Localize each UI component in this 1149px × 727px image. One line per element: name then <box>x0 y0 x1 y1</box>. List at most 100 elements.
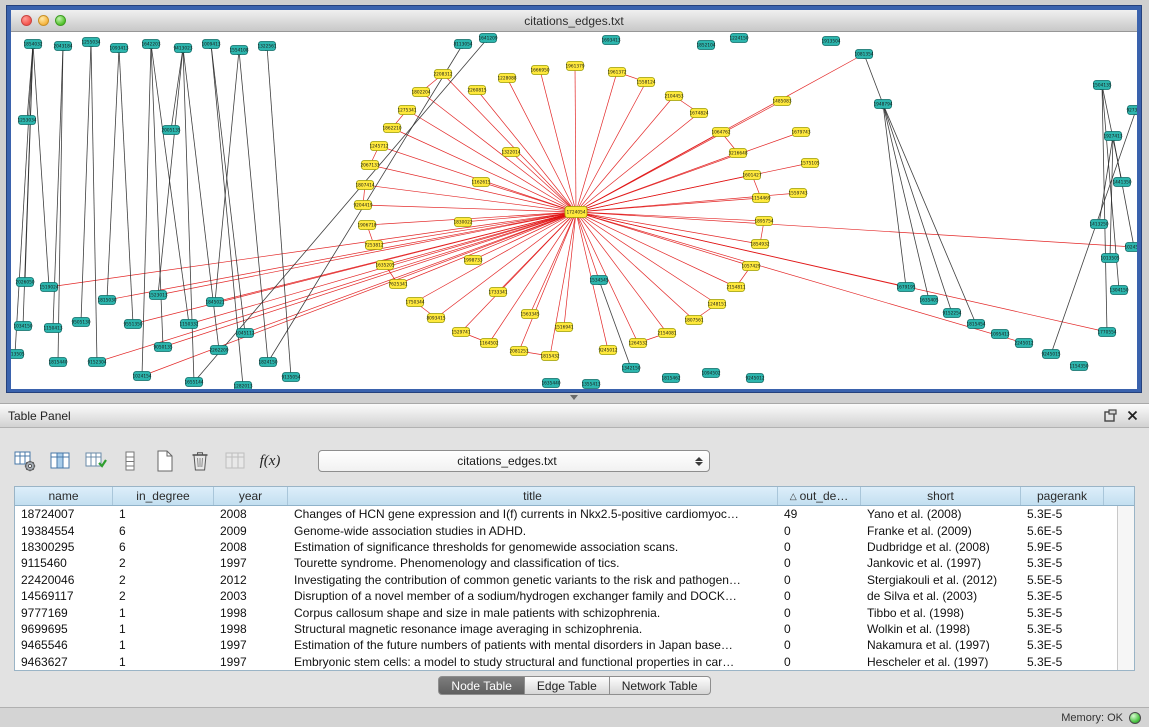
graph-edge[interactable] <box>576 212 717 304</box>
delete-table-icon[interactable] <box>187 448 213 474</box>
tab-node-table[interactable]: Node Table <box>438 676 525 695</box>
graph-edge[interactable] <box>1102 85 1107 332</box>
graph-node[interactable]: 1523013 <box>148 291 167 300</box>
tab-edge-table[interactable]: Edge Table <box>525 676 610 695</box>
column-header-short[interactable]: short <box>861 487 1021 505</box>
graph-node[interactable]: 9245012 <box>745 374 764 383</box>
import-table-icon[interactable] <box>82 448 108 474</box>
graph-node[interactable]: 9204419 <box>353 201 372 210</box>
graph-node[interactable]: 9245015 <box>1041 350 1060 359</box>
graph-node[interactable]: 1961379 <box>565 62 584 71</box>
graph-edge[interactable] <box>576 113 699 212</box>
graph-edge[interactable] <box>365 185 576 212</box>
graph-node[interactable]: 1413250 <box>1089 220 1108 229</box>
tab-network-table[interactable]: Network Table <box>610 676 711 695</box>
column-header-in_degree[interactable]: in_degree <box>113 487 214 505</box>
graph-edge[interactable] <box>1051 110 1136 354</box>
graph-node[interactable]: 2154811 <box>726 283 745 292</box>
column-header-year[interactable]: year <box>214 487 288 505</box>
graph-node[interactable]: 1441350 <box>1112 178 1131 187</box>
graph-node[interactable]: 1355413 <box>581 380 600 389</box>
graph-edge[interactable] <box>550 212 576 356</box>
graph-edge[interactable] <box>576 72 617 212</box>
graph-node[interactable]: 9135054 <box>281 373 300 382</box>
graph-edge[interactable] <box>477 90 576 212</box>
table-selector-dropdown[interactable]: citations_edges.txt <box>318 450 710 472</box>
table-row[interactable]: 946554611997Estimation of the future num… <box>15 637 1134 653</box>
graph-node[interactable]: 1304150 <box>1109 286 1128 295</box>
graph-node[interactable]: 1674824 <box>689 109 708 118</box>
graph-node[interactable]: 1635205 <box>375 261 394 270</box>
graph-node[interactable]: 9413023 <box>173 44 192 53</box>
graph-edge[interactable] <box>576 212 764 221</box>
graph-node[interactable]: 2005135 <box>161 126 180 135</box>
table-row[interactable]: 2242004622012Investigating the contribut… <box>15 572 1134 588</box>
row-functions-icon[interactable] <box>117 448 143 474</box>
column-header-pagerank[interactable]: pagerank <box>1021 487 1104 505</box>
graph-edge[interactable] <box>883 104 929 300</box>
graph-edge[interactable] <box>171 48 183 130</box>
network-window-titlebar[interactable]: citations_edges.txt <box>11 10 1137 32</box>
splitter-handle[interactable] <box>566 394 582 401</box>
graph-node[interactable]: 1245712 <box>369 142 388 151</box>
graph-edge[interactable] <box>91 42 97 362</box>
graph-node[interactable]: 1162615 <box>471 178 490 187</box>
graph-node[interactable]: 7253812 <box>364 241 383 250</box>
graph-node[interactable]: 1998733 <box>463 256 482 265</box>
graph-node[interactable]: 1854932 <box>750 240 769 249</box>
graph-node[interactable]: 3216648 <box>728 149 747 158</box>
table-scrollbar[interactable] <box>1117 506 1134 670</box>
graph-node[interactable]: 1927413 <box>1103 132 1122 141</box>
graph-node[interactable]: 1024154 <box>132 372 151 381</box>
graph-node[interactable]: 1057429 <box>741 262 760 271</box>
graph-node[interactable]: 2104453 <box>664 92 683 101</box>
graph-node[interactable]: 1635440 <box>541 379 560 388</box>
graph-edge[interactable] <box>530 212 576 314</box>
graph-node[interactable]: 1641209 <box>478 34 497 43</box>
graph-edge[interactable] <box>58 46 63 362</box>
graph-node[interactable]: 2026050 <box>15 278 34 287</box>
graph-node[interactable]: 1504135 <box>1092 81 1111 90</box>
graph-node[interactable]: 1862210 <box>382 124 401 133</box>
graph-node[interactable]: 1154469 <box>751 194 770 203</box>
graph-edge[interactable] <box>398 212 576 284</box>
graph-node[interactable]: 1255034 <box>81 38 100 47</box>
graph-node[interactable]: 1961372 <box>607 68 626 77</box>
graph-edge[interactable] <box>576 212 751 266</box>
graph-node[interactable]: 1516941 <box>554 323 573 332</box>
graph-node[interactable]: 1013505 <box>1100 254 1119 263</box>
graph-node[interactable]: 1895754 <box>754 217 773 226</box>
network-canvas[interactable]: 1724054220831218022041275341186221012457… <box>11 32 1137 389</box>
graph-node[interactable]: 1824150 <box>258 358 277 367</box>
graph-node[interactable]: 1575105 <box>800 159 819 168</box>
graph-node[interactable]: 1815454 <box>966 320 985 329</box>
graph-node[interactable]: 8093415 <box>426 314 445 323</box>
column-header-out_de[interactable]: △out_de… <box>778 487 861 505</box>
graph-node[interactable]: 1559743 <box>788 189 807 198</box>
graph-edge[interactable] <box>1113 136 1134 247</box>
column-header-title[interactable]: title <box>288 487 778 505</box>
graph-node[interactable]: 1852104 <box>696 41 715 50</box>
graph-node[interactable]: 1655144 <box>184 378 203 387</box>
graph-node[interactable]: 1554108 <box>229 46 248 55</box>
graph-node[interactable]: 1322561 <box>257 42 276 51</box>
graph-edge[interactable] <box>576 212 1134 247</box>
graph-node[interactable]: 9152254 <box>942 309 961 318</box>
graph-node[interactable]: 1679195 <box>896 283 915 292</box>
graph-node[interactable]: 1815462 <box>661 374 680 383</box>
graph-node[interactable]: 1253034 <box>17 116 36 125</box>
function-builder-icon[interactable]: f(x) <box>257 448 283 474</box>
graph-node[interactable]: 9551350 <box>123 320 142 329</box>
graph-node[interactable]: 1045112 <box>235 329 254 338</box>
graph-edge[interactable] <box>576 212 1107 332</box>
graph-node[interactable]: 1154350 <box>1069 362 1088 371</box>
graph-node[interactable]: 1733341 <box>488 288 507 297</box>
float-panel-icon[interactable] <box>1101 407 1119 425</box>
graph-hub-node[interactable]: 1724054 <box>565 207 587 218</box>
graph-node[interactable]: 9152304 <box>87 358 106 367</box>
graph-edge[interactable] <box>107 212 576 300</box>
graph-node[interactable]: 1164502 <box>479 339 498 348</box>
delete-column-icon[interactable] <box>222 448 248 474</box>
graph-node[interactable]: 1529741 <box>451 328 470 337</box>
graph-node[interactable]: 1094502 <box>701 369 720 378</box>
